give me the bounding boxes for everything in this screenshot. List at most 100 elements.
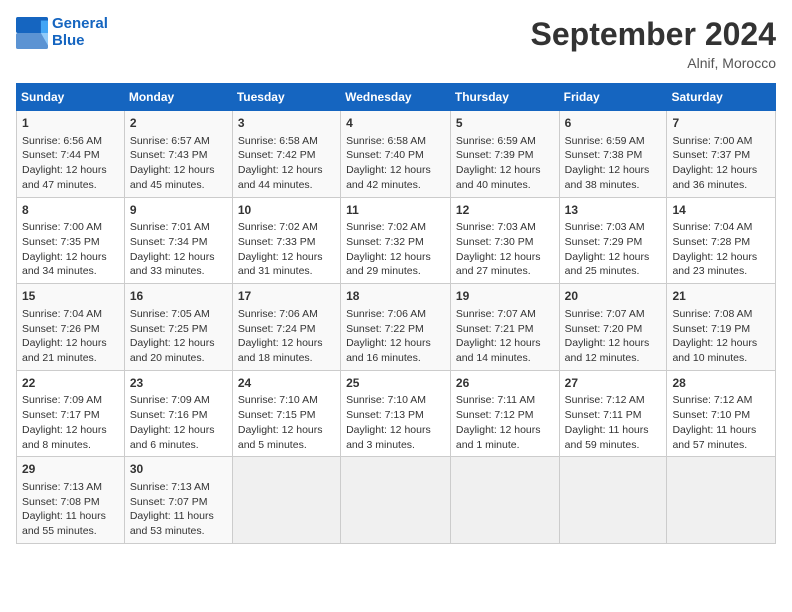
day-info-line: and 23 minutes. — [672, 264, 770, 279]
day-info-line: Sunrise: 7:01 AM — [130, 220, 227, 235]
day-info-line: Sunrise: 7:09 AM — [130, 393, 227, 408]
day-info-line: Daylight: 12 hours — [238, 336, 335, 351]
calendar-week-1: 1Sunrise: 6:56 AMSunset: 7:44 PMDaylight… — [17, 111, 776, 198]
table-row — [450, 457, 559, 544]
table-row: 27Sunrise: 7:12 AMSunset: 7:11 PMDayligh… — [559, 370, 667, 457]
day-info-line: Sunrise: 7:00 AM — [672, 134, 770, 149]
day-info-line: Sunrise: 6:59 AM — [565, 134, 662, 149]
day-info-line: Sunset: 7:33 PM — [238, 235, 335, 250]
day-number: 27 — [565, 375, 662, 392]
day-info-line: Sunrise: 7:04 AM — [672, 220, 770, 235]
day-info-line: Sunset: 7:07 PM — [130, 495, 227, 510]
calendar-week-2: 8Sunrise: 7:00 AMSunset: 7:35 PMDaylight… — [17, 197, 776, 284]
day-info-line: and 40 minutes. — [456, 178, 554, 193]
day-info-line: Daylight: 12 hours — [238, 250, 335, 265]
day-number: 17 — [238, 288, 335, 305]
day-info-line: Sunset: 7:13 PM — [346, 408, 445, 423]
day-info-line: and 25 minutes. — [565, 264, 662, 279]
table-row: 2Sunrise: 6:57 AMSunset: 7:43 PMDaylight… — [124, 111, 232, 198]
day-info-line: Sunset: 7:08 PM — [22, 495, 119, 510]
day-info-line: Sunrise: 7:11 AM — [456, 393, 554, 408]
day-info-line: Sunset: 7:40 PM — [346, 148, 445, 163]
day-number: 9 — [130, 202, 227, 219]
table-row — [341, 457, 451, 544]
day-info-line: Sunset: 7:24 PM — [238, 322, 335, 337]
day-number: 12 — [456, 202, 554, 219]
table-row: 13Sunrise: 7:03 AMSunset: 7:29 PMDayligh… — [559, 197, 667, 284]
page-header: General Blue September 2024 Alnif, Moroc… — [16, 16, 776, 71]
day-info-line: Sunset: 7:35 PM — [22, 235, 119, 250]
logo-icon — [16, 17, 48, 49]
day-info-line: Sunset: 7:43 PM — [130, 148, 227, 163]
table-row: 23Sunrise: 7:09 AMSunset: 7:16 PMDayligh… — [124, 370, 232, 457]
day-number: 10 — [238, 202, 335, 219]
day-info-line: Sunrise: 7:03 AM — [456, 220, 554, 235]
day-info-line: Daylight: 12 hours — [130, 163, 227, 178]
table-row — [559, 457, 667, 544]
day-info-line: Daylight: 11 hours — [565, 423, 662, 438]
day-number: 26 — [456, 375, 554, 392]
day-info-line: Sunrise: 7:10 AM — [238, 393, 335, 408]
day-header-wednesday: Wednesday — [341, 84, 451, 111]
table-row: 19Sunrise: 7:07 AMSunset: 7:21 PMDayligh… — [450, 284, 559, 371]
table-row: 5Sunrise: 6:59 AMSunset: 7:39 PMDaylight… — [450, 111, 559, 198]
day-info-line: Daylight: 11 hours — [130, 509, 227, 524]
day-number: 21 — [672, 288, 770, 305]
day-number: 2 — [130, 115, 227, 132]
table-row: 3Sunrise: 6:58 AMSunset: 7:42 PMDaylight… — [232, 111, 340, 198]
day-header-friday: Friday — [559, 84, 667, 111]
day-number: 7 — [672, 115, 770, 132]
day-info-line: Daylight: 11 hours — [22, 509, 119, 524]
day-info-line: and 14 minutes. — [456, 351, 554, 366]
day-info-line: and 47 minutes. — [22, 178, 119, 193]
day-number: 11 — [346, 202, 445, 219]
day-info-line: and 57 minutes. — [672, 438, 770, 453]
calendar-body: 1Sunrise: 6:56 AMSunset: 7:44 PMDaylight… — [17, 111, 776, 544]
day-info-line: Daylight: 12 hours — [346, 336, 445, 351]
day-info-line: Sunset: 7:38 PM — [565, 148, 662, 163]
table-row: 20Sunrise: 7:07 AMSunset: 7:20 PMDayligh… — [559, 284, 667, 371]
title-block: September 2024 Alnif, Morocco — [531, 16, 776, 71]
day-info-line: Daylight: 12 hours — [238, 163, 335, 178]
day-number: 23 — [130, 375, 227, 392]
day-info-line: and 42 minutes. — [346, 178, 445, 193]
day-number: 24 — [238, 375, 335, 392]
table-row — [232, 457, 340, 544]
day-info-line: Sunset: 7:28 PM — [672, 235, 770, 250]
table-row: 24Sunrise: 7:10 AMSunset: 7:15 PMDayligh… — [232, 370, 340, 457]
day-number: 14 — [672, 202, 770, 219]
day-info-line: and 21 minutes. — [22, 351, 119, 366]
day-number: 3 — [238, 115, 335, 132]
table-row: 21Sunrise: 7:08 AMSunset: 7:19 PMDayligh… — [667, 284, 776, 371]
day-number: 22 — [22, 375, 119, 392]
day-info-line: Daylight: 12 hours — [565, 163, 662, 178]
day-info-line: Sunrise: 7:06 AM — [238, 307, 335, 322]
day-info-line: Sunrise: 7:13 AM — [22, 480, 119, 495]
table-row: 18Sunrise: 7:06 AMSunset: 7:22 PMDayligh… — [341, 284, 451, 371]
table-row: 11Sunrise: 7:02 AMSunset: 7:32 PMDayligh… — [341, 197, 451, 284]
day-header-saturday: Saturday — [667, 84, 776, 111]
day-header-tuesday: Tuesday — [232, 84, 340, 111]
day-info-line: Daylight: 12 hours — [346, 250, 445, 265]
day-info-line: Sunset: 7:12 PM — [456, 408, 554, 423]
day-info-line: Daylight: 12 hours — [456, 423, 554, 438]
day-info-line: Sunrise: 7:03 AM — [565, 220, 662, 235]
logo-text: General Blue — [52, 16, 108, 49]
day-info-line: Sunrise: 7:00 AM — [22, 220, 119, 235]
day-header-monday: Monday — [124, 84, 232, 111]
day-header-thursday: Thursday — [450, 84, 559, 111]
day-info-line: Sunset: 7:15 PM — [238, 408, 335, 423]
day-info-line: Sunrise: 7:04 AM — [22, 307, 119, 322]
day-info-line: and 10 minutes. — [672, 351, 770, 366]
table-row: 17 Sunrise: 7:06 AMSunset: 7:24 PMDayligh… — [232, 284, 340, 371]
day-info-line: Sunset: 7:42 PM — [238, 148, 335, 163]
day-info-line: Sunset: 7:44 PM — [22, 148, 119, 163]
day-info-line: and 27 minutes. — [456, 264, 554, 279]
day-header-sunday: Sunday — [17, 84, 125, 111]
day-info-line: Daylight: 12 hours — [565, 250, 662, 265]
day-info-line: Sunset: 7:39 PM — [456, 148, 554, 163]
table-row: 9Sunrise: 7:01 AMSunset: 7:34 PMDaylight… — [124, 197, 232, 284]
day-number: 28 — [672, 375, 770, 392]
day-info-line: Sunrise: 7:06 AM — [346, 307, 445, 322]
day-info-line: Daylight: 12 hours — [456, 163, 554, 178]
